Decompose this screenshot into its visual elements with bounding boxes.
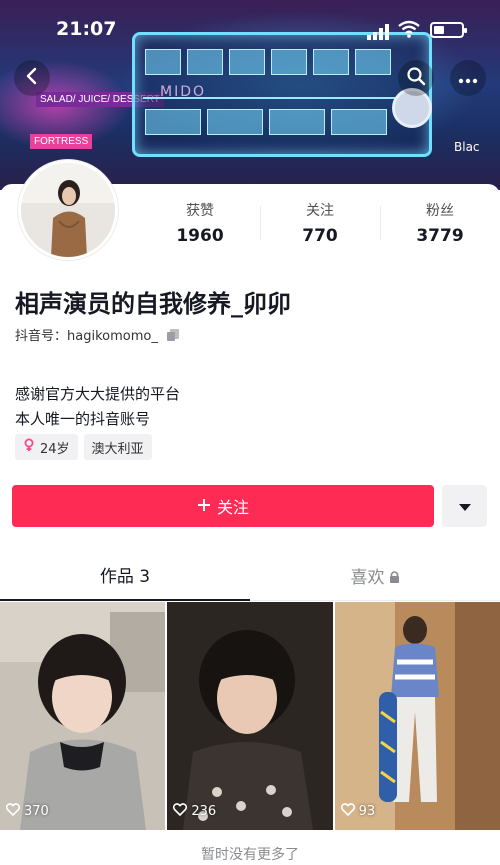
no-more-content-text: 暂时没有更多了 <box>201 847 299 863</box>
caret-down-icon <box>458 497 471 516</box>
wifi-icon <box>398 20 420 38</box>
copy-icon[interactable] <box>166 328 180 342</box>
video-cover-image <box>334 602 500 830</box>
search-button[interactable] <box>398 60 434 96</box>
stat-label: 关注 <box>306 203 334 219</box>
heart-outline-icon <box>340 803 355 820</box>
stat-value: 3779 <box>416 226 464 246</box>
video-likes: 93 <box>340 803 376 820</box>
heart-outline-icon <box>173 803 188 820</box>
heart-outline-icon <box>5 803 21 820</box>
stat-label: 粉丝 <box>426 203 454 219</box>
video-likes-count: 236 <box>191 804 217 819</box>
age-text: 24岁 <box>40 441 70 457</box>
follow-label: 关注 <box>216 498 249 517</box>
stat-following[interactable]: 关注 770 <box>260 200 380 250</box>
plus-icon <box>197 497 211 516</box>
more-button[interactable] <box>450 60 486 96</box>
banner-sign-fortress: FORTRESS <box>30 134 93 149</box>
video-thumbnail[interactable]: 370 <box>0 602 166 830</box>
battery-icon <box>430 22 467 38</box>
stat-label: 获赞 <box>186 203 214 219</box>
tab-works[interactable]: 作品 3 <box>0 555 250 601</box>
video-likes-count: 93 <box>358 804 376 819</box>
female-gender-icon <box>23 438 35 456</box>
profile-stats: 获赞 1960 关注 770 粉丝 3779 <box>140 200 500 250</box>
profile-tabs: 作品 3 喜欢 <box>0 555 500 601</box>
location-text: 澳大利亚 <box>91 441 144 457</box>
video-thumbnail[interactable]: 236 <box>167 602 333 830</box>
lock-icon <box>389 556 400 600</box>
tab-likes-label: 喜欢 <box>350 567 385 588</box>
video-thumbnail[interactable]: 93 <box>334 602 500 830</box>
back-button[interactable] <box>14 60 50 96</box>
bio-line: 感谢官方大大提供的平台 <box>15 385 181 403</box>
douyin-id-text: 抖音号：hagikomomo_ <box>15 329 158 344</box>
status-time: 21:07 <box>56 18 117 40</box>
douyin-id-row: 抖音号：hagikomomo_ <box>15 325 180 344</box>
recommend-dropdown-button[interactable] <box>442 485 487 527</box>
profile-tags: 24岁 澳大利亚 <box>15 434 152 460</box>
profile-nickname: 相声演员的自我修养_卯卯 <box>15 290 291 318</box>
stat-likes[interactable]: 获赞 1960 <box>140 200 260 250</box>
stat-followers[interactable]: 粉丝 3779 <box>380 200 500 250</box>
age-tag: 24岁 <box>15 434 78 460</box>
profile-bio: 感谢官方大大提供的平台 本人唯一的抖音账号 <box>15 382 180 432</box>
cellular-signal-icon <box>367 24 391 40</box>
video-likes: 236 <box>173 803 216 820</box>
video-cover-image <box>0 602 166 830</box>
more-dots-icon <box>458 69 478 88</box>
bio-line: 本人唯一的抖音账号 <box>15 410 151 428</box>
stat-value: 1960 <box>176 226 224 246</box>
video-likes-count: 370 <box>24 804 49 819</box>
stat-value: 770 <box>302 226 338 246</box>
banner-corner-text: Blac <box>454 140 480 154</box>
banner-mido-text: MIDO <box>160 84 207 100</box>
location-tag: 澳大利亚 <box>83 434 152 460</box>
video-cover-image <box>167 602 333 830</box>
video-grid: 370 236 93 <box>0 602 500 830</box>
video-likes: 370 <box>5 803 49 820</box>
avatar[interactable] <box>18 160 118 260</box>
follow-button[interactable]: 关注 <box>12 485 434 527</box>
tab-works-label: 作品 3 <box>99 567 151 587</box>
chevron-left-icon <box>23 67 41 89</box>
tab-likes[interactable]: 喜欢 <box>250 555 500 600</box>
search-icon <box>406 66 426 90</box>
